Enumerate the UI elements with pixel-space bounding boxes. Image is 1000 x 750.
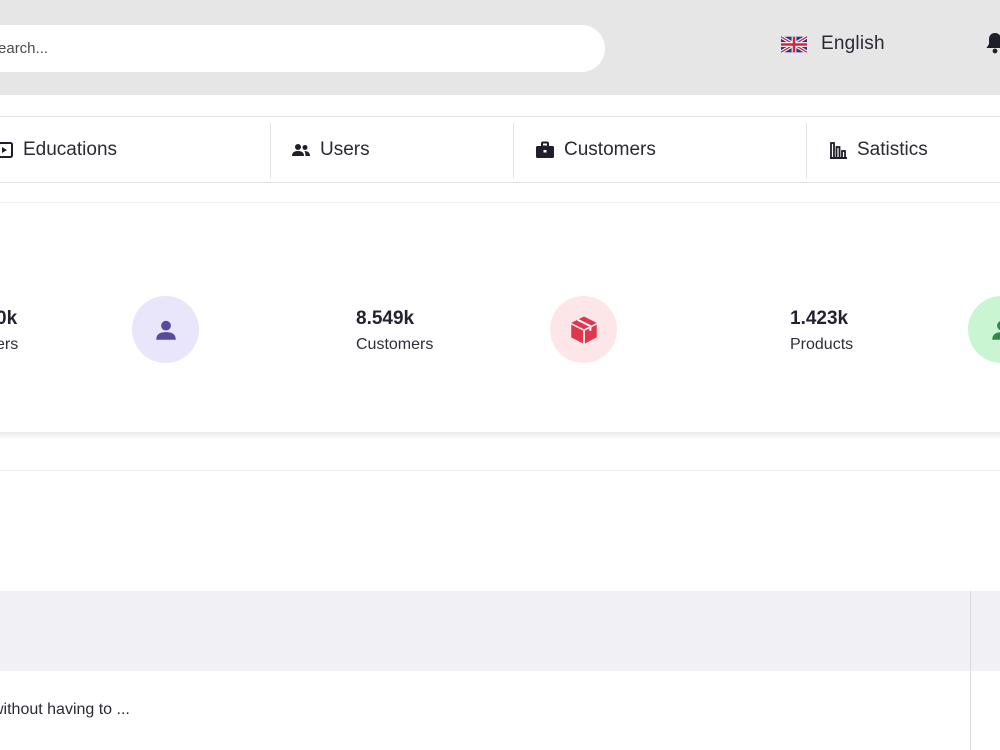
table-column-divider	[970, 591, 971, 750]
stat-value: 0k	[0, 308, 18, 329]
stat-label: Products	[790, 336, 854, 353]
search-input[interactable]	[0, 25, 548, 72]
tab-statistics[interactable]: Satistics	[828, 117, 928, 182]
dashboard-page: English Educations Users	[0, 0, 1000, 750]
tab-divider	[270, 123, 271, 178]
tab-divider	[513, 123, 514, 178]
users-icon	[292, 143, 310, 156]
stat-label: ers	[0, 336, 19, 353]
tab-label: Educations	[23, 138, 118, 160]
video-icon	[0, 141, 13, 158]
main-nav: Educations Users Customers Satistics	[0, 116, 1000, 183]
stat-value: 1.423k	[790, 308, 849, 329]
stat-icon-circle	[968, 296, 1000, 363]
briefcase-icon	[536, 141, 554, 158]
tab-users[interactable]: Users	[291, 117, 370, 182]
bar-chart-icon	[830, 141, 847, 159]
table-row[interactable]: without having to ...	[0, 701, 130, 719]
tab-divider	[806, 123, 807, 178]
uk-flag-icon	[781, 35, 807, 53]
language-selector[interactable]: English	[781, 30, 885, 58]
table-header	[0, 591, 970, 671]
bell-icon[interactable]	[985, 32, 1000, 54]
user-icon	[991, 320, 1000, 340]
tab-label: Users	[320, 138, 370, 160]
section-divider	[0, 470, 1000, 471]
top-header: English	[0, 0, 1000, 95]
tab-label: Satistics	[857, 138, 928, 160]
tab-educations[interactable]: Educations	[0, 117, 117, 182]
language-label: English	[821, 33, 885, 54]
stat-value: 8.549k	[356, 308, 415, 329]
search-bar[interactable]	[0, 25, 605, 72]
box-icon	[570, 316, 597, 343]
stat-icon-circle	[550, 296, 617, 363]
tab-customers[interactable]: Customers	[535, 117, 656, 182]
tab-label: Customers	[564, 138, 656, 160]
user-icon	[155, 320, 176, 340]
stat-icon-circle	[132, 296, 199, 363]
table-header-cell	[971, 591, 1000, 671]
stat-label: Customers	[356, 336, 434, 353]
stats-card: 0k ers 8.549k Customers 1.423k Products	[0, 202, 1000, 432]
